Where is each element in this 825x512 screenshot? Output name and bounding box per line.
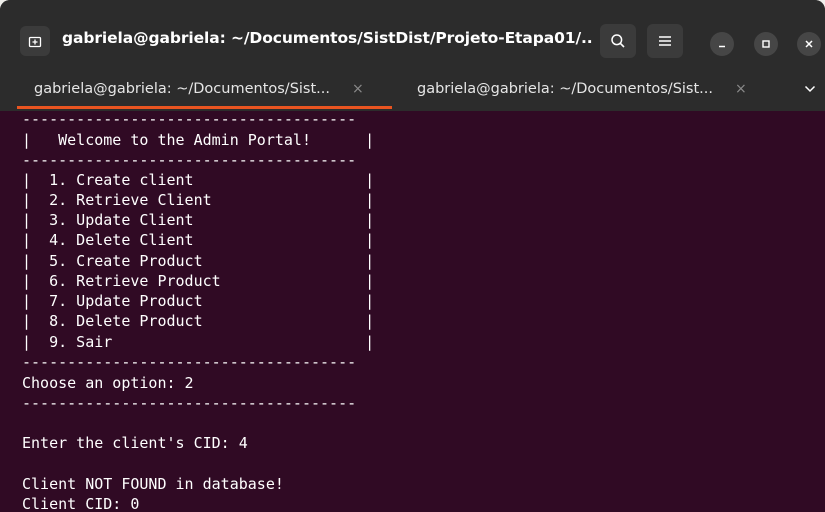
menu-button[interactable] — [647, 24, 683, 58]
terminal-line: Client NOT FOUND in database! — [22, 475, 284, 493]
close-button[interactable] — [797, 32, 821, 56]
new-tab-button[interactable] — [20, 26, 50, 56]
header-bar: gabriela@gabriela: ~/Documentos/SistDist… — [0, 0, 825, 67]
terminal-line: ------------------------------------- — [22, 111, 357, 128]
terminal-line: | Welcome to the Admin Portal! | — [22, 131, 375, 149]
tab-close-icon[interactable]: × — [735, 81, 747, 97]
tab-1[interactable]: gabriela@gabriela: ~/Documentos/Sist... … — [34, 67, 364, 111]
tab-label: gabriela@gabriela: ~/Documentos/Sist... — [417, 81, 713, 97]
terminal-line: | 7. Update Product | — [22, 292, 375, 310]
terminal-line: Enter the client's CID: 4 — [22, 434, 248, 452]
terminal-line: | 1. Create client | — [22, 171, 375, 189]
new-tab-icon — [28, 36, 42, 48]
search-icon — [611, 34, 625, 48]
terminal-output[interactable]: ------------------------------------- | … — [0, 111, 825, 512]
terminal-line: ------------------------------------- — [22, 353, 357, 371]
tab-bar: gabriela@gabriela: ~/Documentos/Sist... … — [0, 67, 825, 111]
search-button[interactable] — [600, 24, 636, 58]
tabs-dropdown-button[interactable] — [800, 79, 820, 99]
hamburger-menu-icon — [659, 36, 671, 46]
terminal-line: Client CID: 0 — [22, 495, 140, 512]
terminal-line: ------------------------------------- — [22, 394, 357, 412]
window-title: gabriela@gabriela: ~/Documentos/SistDist… — [62, 29, 592, 47]
maximize-button[interactable] — [754, 32, 778, 56]
terminal-line: | 8. Delete Product | — [22, 312, 375, 330]
minimize-button[interactable] — [710, 32, 734, 56]
terminal-line: | 4. Delete Client | — [22, 231, 375, 249]
active-tab-indicator — [17, 106, 392, 109]
tab-close-icon[interactable]: × — [352, 81, 364, 97]
terminal-line: ------------------------------------- — [22, 151, 357, 169]
terminal-line: | 3. Update Client | — [22, 211, 375, 229]
terminal-line: | 2. Retrieve Client | — [22, 191, 375, 209]
terminal-line: Choose an option: 2 — [22, 374, 194, 392]
tab-2[interactable]: gabriela@gabriela: ~/Documentos/Sist... … — [417, 67, 747, 111]
chevron-down-icon — [804, 85, 816, 93]
minimize-icon — [719, 45, 725, 48]
terminal-line: | 5. Create Product | — [22, 252, 375, 270]
tab-label: gabriela@gabriela: ~/Documentos/Sist... — [34, 81, 330, 97]
maximize-icon — [762, 40, 770, 48]
terminal-line: | 9. Sair | — [22, 333, 375, 351]
terminal-line: | 6. Retrieve Product | — [22, 272, 375, 290]
close-icon — [805, 40, 813, 48]
terminal-window: gabriela@gabriela: ~/Documentos/SistDist… — [0, 0, 825, 512]
